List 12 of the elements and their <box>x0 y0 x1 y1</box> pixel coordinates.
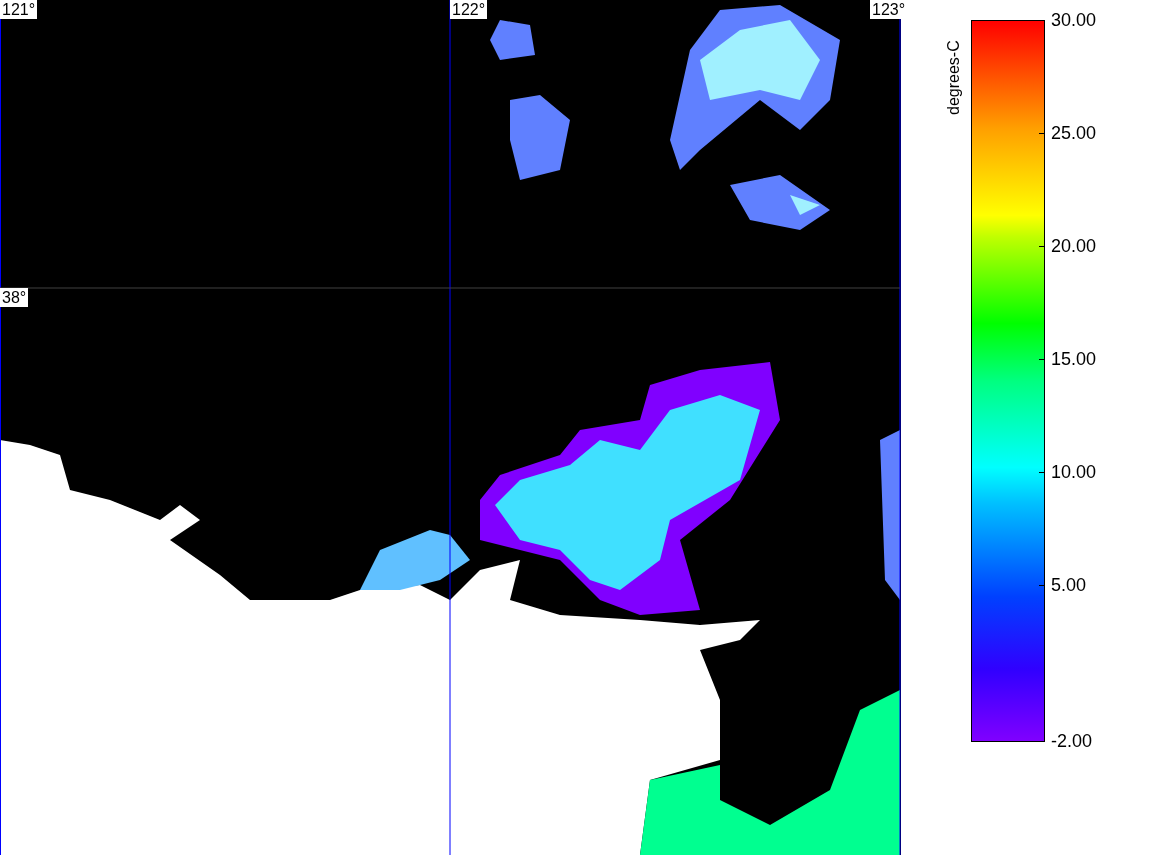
grid-label: 38° <box>0 288 29 307</box>
scale-tick-label: 20.00 <box>1051 235 1097 257</box>
grid-label: 123° <box>870 0 908 19</box>
unit-label: degrees-C <box>945 39 963 115</box>
scale-tick-label: 5.00 <box>1051 574 1087 596</box>
grid-label: 122° <box>450 0 488 19</box>
scale-tick-label: 10.00 <box>1051 461 1097 483</box>
scale-tick-label: 25.00 <box>1051 122 1097 144</box>
grid-label: 121° <box>0 0 38 19</box>
scale-tick-label: -2.00 <box>1051 730 1093 752</box>
scale-tick-label: 15.00 <box>1051 348 1097 370</box>
scale-tick-label: 30.00 <box>1051 9 1097 31</box>
